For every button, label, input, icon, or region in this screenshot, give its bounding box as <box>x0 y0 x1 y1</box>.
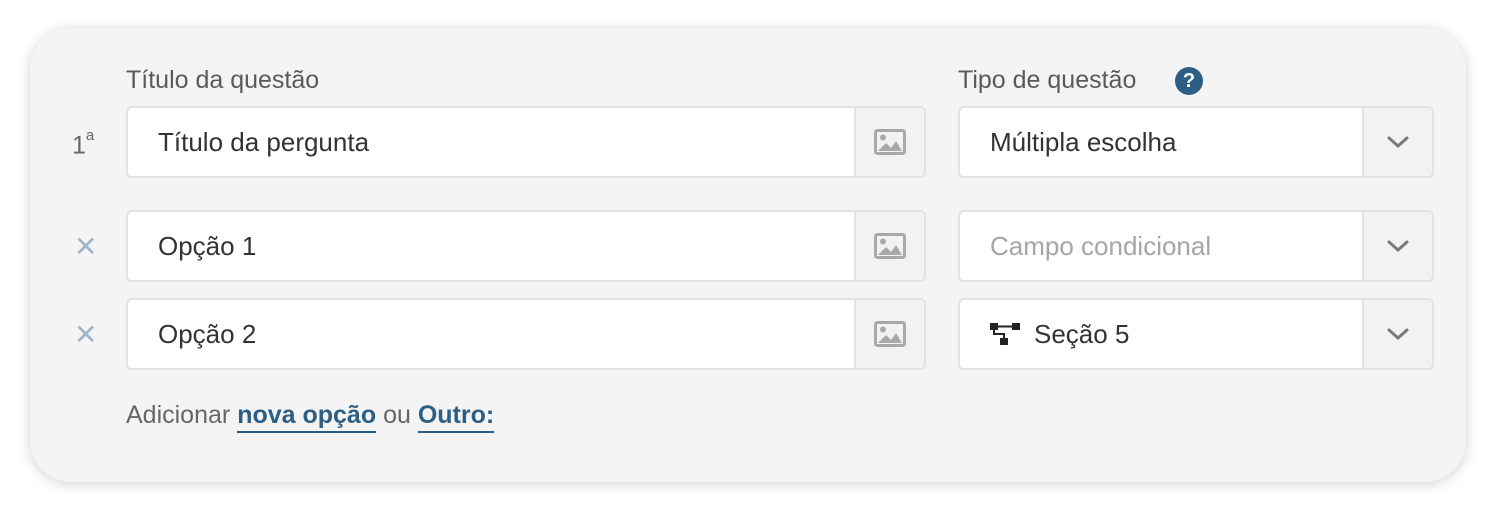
help-icon[interactable]: ? <box>1175 67 1203 95</box>
type-field-label: Tipo de questão <box>958 66 1137 94</box>
option-1-condition-select[interactable]: Campo condicional <box>958 210 1434 282</box>
add-option-footer: Adicionar nova opção ou Outro: <box>126 401 495 433</box>
option-1-input[interactable]: Opção 1 <box>126 210 926 282</box>
option-2-condition-label: Seção 5 <box>1034 318 1130 349</box>
title-field-label: Título da questão <box>126 66 320 94</box>
chevron-down-icon <box>1387 136 1409 148</box>
question-title-input[interactable]: Título da pergunta <box>126 106 926 178</box>
other-option-link[interactable]: Outro: <box>417 401 495 433</box>
option-2-input[interactable]: Opção 2 <box>126 298 926 370</box>
new-option-link[interactable]: nova opção <box>237 401 377 433</box>
sitemap-icon <box>990 322 1020 346</box>
add-image-button[interactable] <box>854 300 924 368</box>
image-icon <box>874 321 906 347</box>
add-image-button[interactable] <box>854 108 924 176</box>
dropdown-button[interactable] <box>1362 300 1432 368</box>
question-title-value[interactable]: Título da pergunta <box>128 108 854 176</box>
option-2-condition-value[interactable]: Seção 5 <box>960 300 1362 368</box>
footer-or: ou <box>383 401 411 429</box>
chevron-down-icon <box>1387 240 1409 252</box>
remove-option-1-icon[interactable]: ✕ <box>74 233 97 261</box>
question-number: 1a <box>72 127 95 160</box>
chevron-down-icon <box>1387 328 1409 340</box>
option-1-condition-placeholder[interactable]: Campo condicional <box>960 212 1362 280</box>
image-icon <box>874 129 906 155</box>
dropdown-button[interactable] <box>1362 108 1432 176</box>
option-2-condition-select[interactable]: Seção 5 <box>958 298 1434 370</box>
add-image-button[interactable] <box>854 212 924 280</box>
remove-option-2-icon[interactable]: ✕ <box>74 321 97 349</box>
footer-prefix: Adicionar <box>126 401 231 429</box>
dropdown-button[interactable] <box>1362 212 1432 280</box>
question-type-select[interactable]: Múltipla escolha <box>958 106 1434 178</box>
question-type-value[interactable]: Múltipla escolha <box>960 108 1362 176</box>
option-2-value[interactable]: Opção 2 <box>128 300 854 368</box>
option-1-value[interactable]: Opção 1 <box>128 212 854 280</box>
image-icon <box>874 233 906 259</box>
